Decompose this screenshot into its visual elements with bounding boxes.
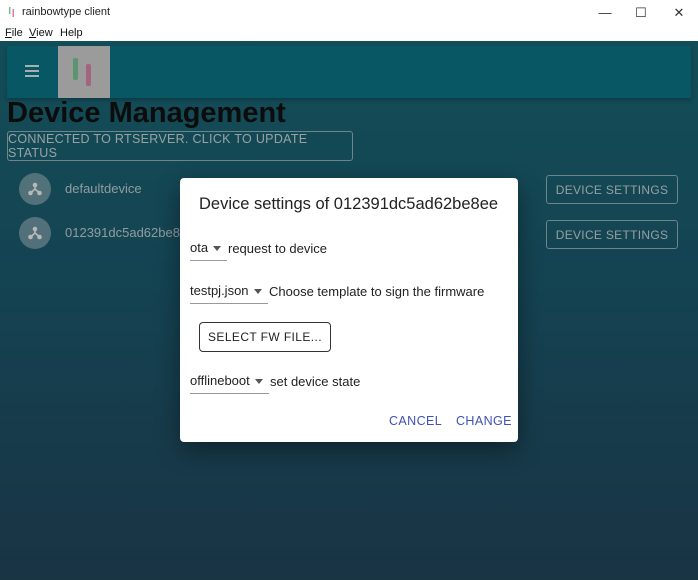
dropdown-arrow-icon	[254, 289, 262, 294]
dialog-title: Device settings of 012391dc5ad62be8ee	[199, 195, 499, 213]
state-select[interactable]: offlineboot	[190, 371, 269, 394]
select-fw-file-button[interactable]: SELECT FW FILE...	[199, 322, 331, 352]
state-help-text: set device state	[270, 374, 361, 389]
cancel-button[interactable]: CANCEL	[389, 414, 442, 428]
template-select[interactable]: testpj.json	[190, 281, 268, 304]
change-button[interactable]: CHANGE	[456, 414, 512, 428]
menu-file[interactable]: File	[5, 27, 23, 39]
device-settings-dialog: Device settings of 012391dc5ad62be8ee ot…	[180, 178, 518, 442]
menu-bar: File View Help	[0, 25, 698, 42]
title-bar: rainbowtype client — ☐ ✕	[0, 0, 698, 25]
maximize-button[interactable]: ☐	[622, 0, 660, 25]
maximize-icon: ☐	[635, 4, 647, 20]
template-select-value: testpj.json	[190, 283, 249, 298]
menu-help[interactable]: Help	[60, 27, 83, 39]
request-select[interactable]: ota	[190, 238, 227, 261]
request-help-text: request to device	[228, 241, 328, 256]
dropdown-arrow-icon	[255, 379, 263, 384]
close-icon: ✕	[673, 4, 685, 20]
state-select-value: offlineboot	[190, 373, 250, 388]
template-help-text: Choose template to sign the firmware	[269, 284, 485, 299]
window-title: rainbowtype client	[22, 6, 111, 18]
dropdown-arrow-icon	[213, 246, 221, 251]
app-icon	[9, 7, 14, 17]
request-select-value: ota	[190, 240, 209, 255]
minimize-icon: —	[598, 5, 612, 20]
close-button[interactable]: ✕	[660, 0, 698, 25]
menu-view[interactable]: View	[29, 27, 53, 39]
minimize-button[interactable]: —	[586, 0, 624, 25]
